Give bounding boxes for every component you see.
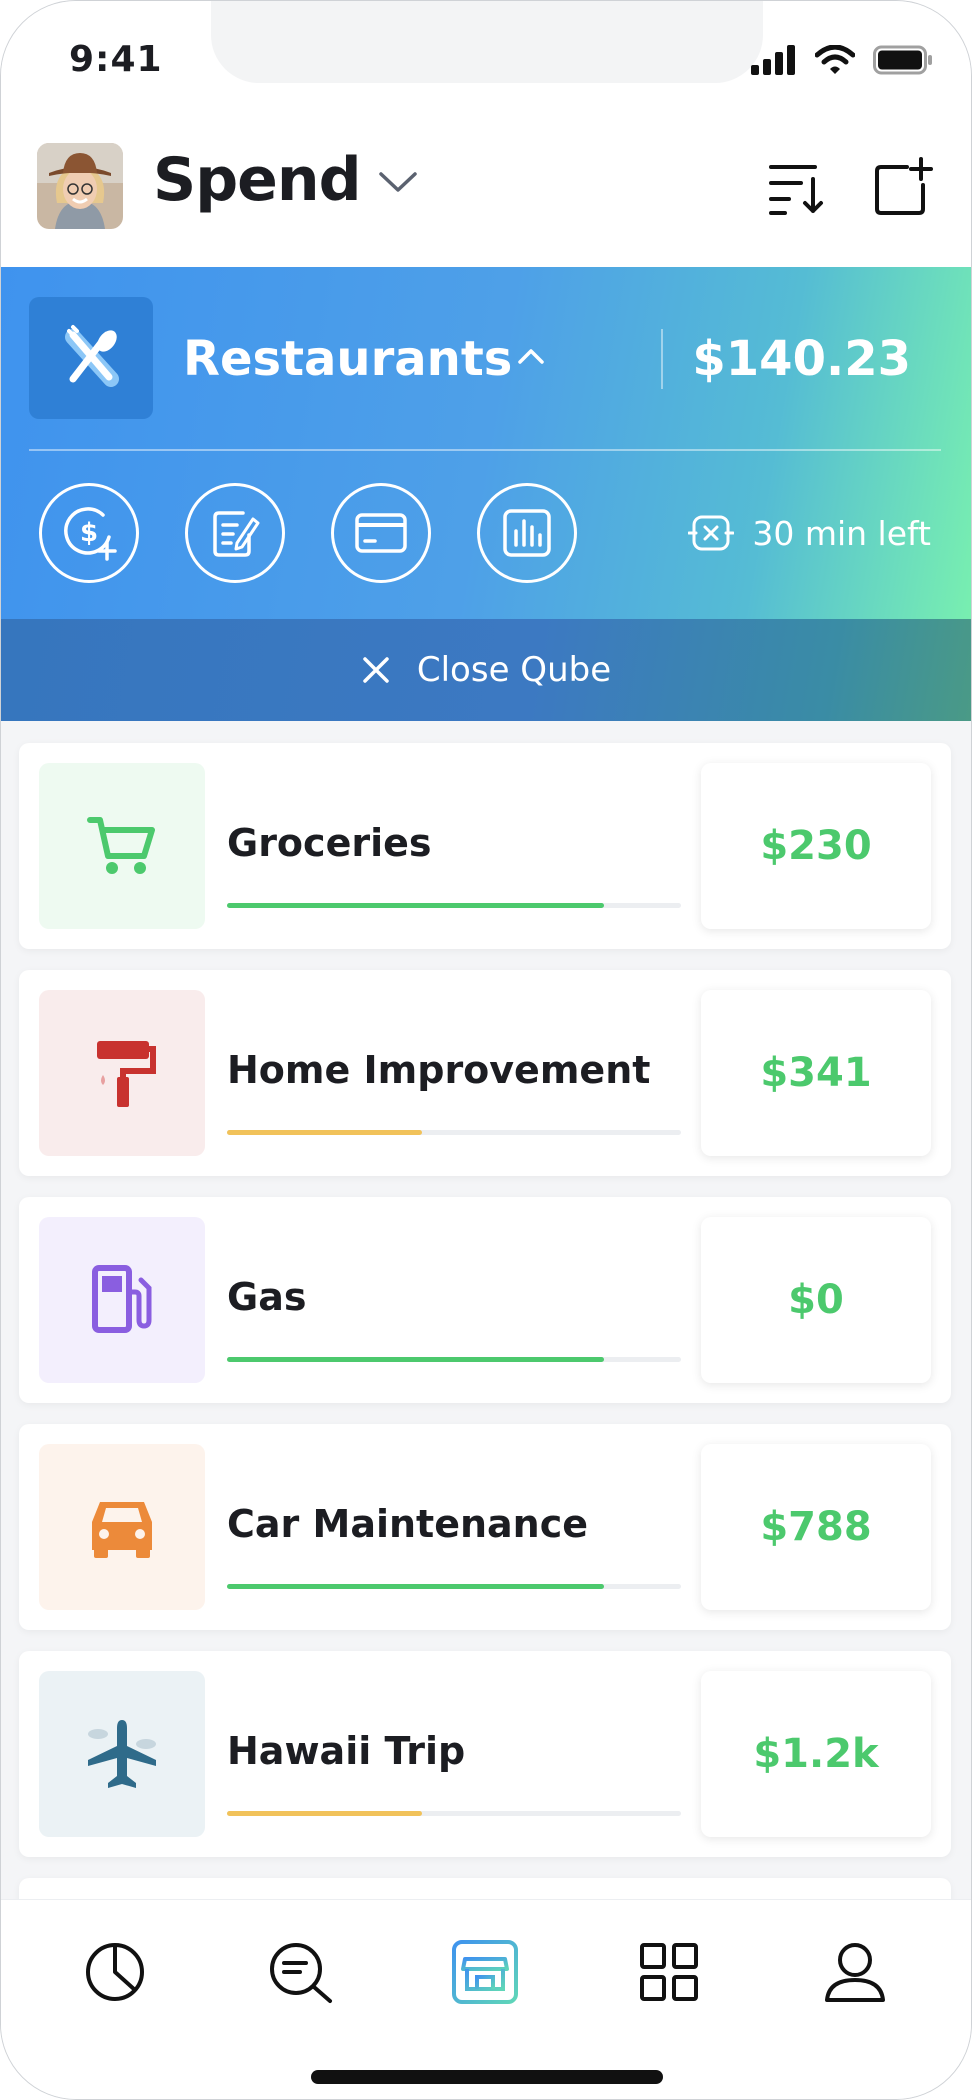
category-name: Gas: [227, 1275, 307, 1319]
grid-icon: [640, 1943, 698, 2001]
notch: [211, 1, 763, 83]
progress-fill: [227, 1357, 604, 1362]
category-icon-tile: [39, 763, 205, 929]
car-icon: [92, 1502, 152, 1558]
category-name: Car Maintenance: [227, 1502, 589, 1546]
add-card-icon[interactable]: [873, 157, 935, 217]
timer-text: 30 min left: [752, 513, 931, 553]
status-time: 9:41: [69, 39, 163, 80]
progress-fill: [227, 1811, 423, 1816]
battery-icon: [873, 45, 932, 75]
budget-progress: [227, 903, 681, 908]
qube-category-name[interactable]: Restaurants: [183, 331, 512, 387]
notes-icon: [213, 511, 260, 557]
qube-category-icon: [29, 297, 153, 419]
tab-chart[interactable]: [75, 1932, 155, 2012]
close-qube-label: Close Qube: [416, 650, 612, 690]
avatar[interactable]: [37, 143, 123, 229]
category-amount[interactable]: $230: [701, 763, 931, 929]
store-icon: [452, 1940, 518, 2004]
chevron-up-icon[interactable]: [517, 347, 545, 365]
category-name: Home Improvement: [227, 1048, 651, 1092]
close-qube-button[interactable]: Close Qube: [1, 619, 971, 721]
add-funds-button[interactable]: $: [39, 483, 139, 583]
avatar-image: [37, 143, 123, 229]
gas-pump-icon: [92, 1265, 152, 1333]
budget-progress: [227, 1584, 681, 1589]
category-amount[interactable]: $788: [701, 1444, 931, 1610]
list-item[interactable]: [19, 1878, 951, 1901]
progress-fill: [227, 1584, 604, 1589]
list-item[interactable]: Gas $0: [19, 1197, 951, 1403]
list-item[interactable]: Hawaii Trip $1.2k: [19, 1651, 951, 1857]
timer-x-icon: [688, 515, 735, 551]
category-list: Groceries $230 Home Improvement $341 Gas…: [1, 721, 971, 1901]
status-bar: 9:41: [1, 1, 971, 121]
category-name: Hawaii Trip: [227, 1729, 466, 1773]
qube-timer: 30 min left: [688, 513, 931, 553]
page-title[interactable]: Spend: [153, 145, 362, 215]
budget-progress: [227, 1811, 681, 1816]
close-icon: [363, 657, 389, 683]
utensils-icon: [65, 325, 119, 387]
signal-icon: [751, 45, 795, 75]
list-item[interactable]: Home Improvement $341: [19, 970, 951, 1176]
divider: [661, 329, 663, 389]
add-funds-icon: $: [64, 507, 117, 561]
wifi-icon: [815, 45, 855, 74]
category-icon-tile: [39, 990, 205, 1156]
svg-text:$: $: [80, 518, 98, 548]
tab-profile[interactable]: [815, 1932, 895, 2012]
category-icon-tile: [39, 1217, 205, 1383]
phone-frame: 9:41 Spend Restaurants $140.23 $ 30 min …: [0, 0, 972, 2100]
card-icon: [355, 513, 407, 553]
tab-search[interactable]: [261, 1932, 341, 2012]
report-button[interactable]: [477, 483, 577, 583]
card-button[interactable]: [331, 483, 431, 583]
airplane-icon: [88, 1720, 156, 1788]
tab-bar: [1, 1899, 971, 2099]
budget-progress: [227, 1130, 681, 1135]
pie-chart-icon: [86, 1943, 144, 2001]
category-amount[interactable]: $0: [701, 1217, 931, 1383]
qube-amount: $140.23: [692, 331, 911, 387]
paint-roller-icon: [97, 1041, 156, 1107]
category-icon-tile: [39, 1444, 205, 1610]
tab-store[interactable]: [445, 1932, 525, 2012]
tab-grid[interactable]: [629, 1932, 709, 2012]
progress-fill: [227, 1130, 423, 1135]
sort-icon[interactable]: [767, 157, 829, 217]
chevron-down-icon[interactable]: [377, 169, 419, 195]
notes-button[interactable]: [185, 483, 285, 583]
report-icon: [503, 509, 551, 557]
category-amount[interactable]: $341: [701, 990, 931, 1156]
category-icon-tile: [39, 1671, 205, 1837]
app-header: Spend: [1, 121, 971, 267]
budget-progress: [227, 1357, 681, 1362]
qube-panel: Restaurants $140.23 $ 30 min left: [1, 267, 971, 619]
progress-fill: [227, 903, 604, 908]
status-icons: [751, 45, 933, 75]
category-amount[interactable]: $1.2k: [701, 1671, 931, 1837]
list-item[interactable]: Groceries $230: [19, 743, 951, 949]
home-indicator: [311, 2070, 663, 2084]
category-name: Groceries: [227, 821, 432, 865]
cart-icon: [87, 817, 155, 874]
search-icon: [270, 1943, 332, 2003]
list-item[interactable]: Car Maintenance $788: [19, 1424, 951, 1630]
profile-icon: [825, 1943, 885, 2002]
divider: [29, 449, 941, 451]
